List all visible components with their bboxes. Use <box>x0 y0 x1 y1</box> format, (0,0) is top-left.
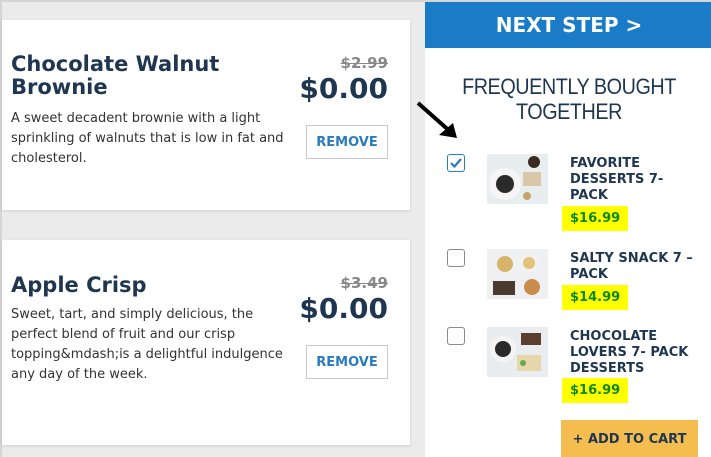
original-price: $3.49 <box>340 274 388 292</box>
bundle-name: CHOCOLATE LOVERS 7- PACK DESSERTS <box>570 329 689 376</box>
item-title: Chocolate Walnut Brownie <box>11 52 220 99</box>
bundle-name: FAVORITE DESSERTS 7-PACK <box>570 156 664 203</box>
bundle-checkbox[interactable] <box>447 249 465 267</box>
sale-price: $0.00 <box>299 72 388 105</box>
fbt-heading-line2: TOGETHER <box>515 99 623 124</box>
bundle-price: $16.99 <box>562 378 629 403</box>
remove-button[interactable]: REMOVE <box>306 345 388 379</box>
sale-price: $0.00 <box>299 292 388 325</box>
original-price: $2.99 <box>340 54 388 72</box>
checkmark-icon <box>450 158 462 169</box>
bundle-price: $16.99 <box>562 206 629 231</box>
cart-items-panel: Chocolate Walnut Brownie A sweet decaden… <box>2 2 426 457</box>
bundle-image <box>487 249 548 299</box>
next-step-button[interactable]: NEXT STEP > <box>425 2 711 48</box>
frequently-bought-sidebar: NEXT STEP > FREQUENTLY BOUGHT TOGETHER F… <box>416 2 711 457</box>
cart-item-card: Chocolate Walnut Brownie A sweet decaden… <box>2 20 410 210</box>
pointer-arrow-icon <box>416 101 457 138</box>
add-to-cart-button[interactable]: + ADD TO CART <box>561 420 698 457</box>
item-description: Sweet, tart, and simply delicious, the p… <box>11 307 283 382</box>
item-title: Apple Crisp <box>11 273 147 297</box>
bundle-image <box>487 154 548 204</box>
bundle-name: SALTY SNACK 7 – PACK <box>570 251 693 282</box>
bundle-checkbox[interactable] <box>447 154 465 172</box>
fbt-heading: FREQUENTLY BOUGHT TOGETHER <box>439 74 698 124</box>
bundle-checkbox[interactable] <box>447 327 465 345</box>
item-description: A sweet decadent brownie with a light sp… <box>11 111 284 166</box>
bundle-image <box>487 327 548 377</box>
bundle-price: $14.99 <box>562 285 629 310</box>
cart-item-card: Apple Crisp Sweet, tart, and simply deli… <box>2 240 410 445</box>
fbt-heading-line1: FREQUENTLY BOUGHT <box>462 74 676 99</box>
remove-button[interactable]: REMOVE <box>306 125 388 159</box>
